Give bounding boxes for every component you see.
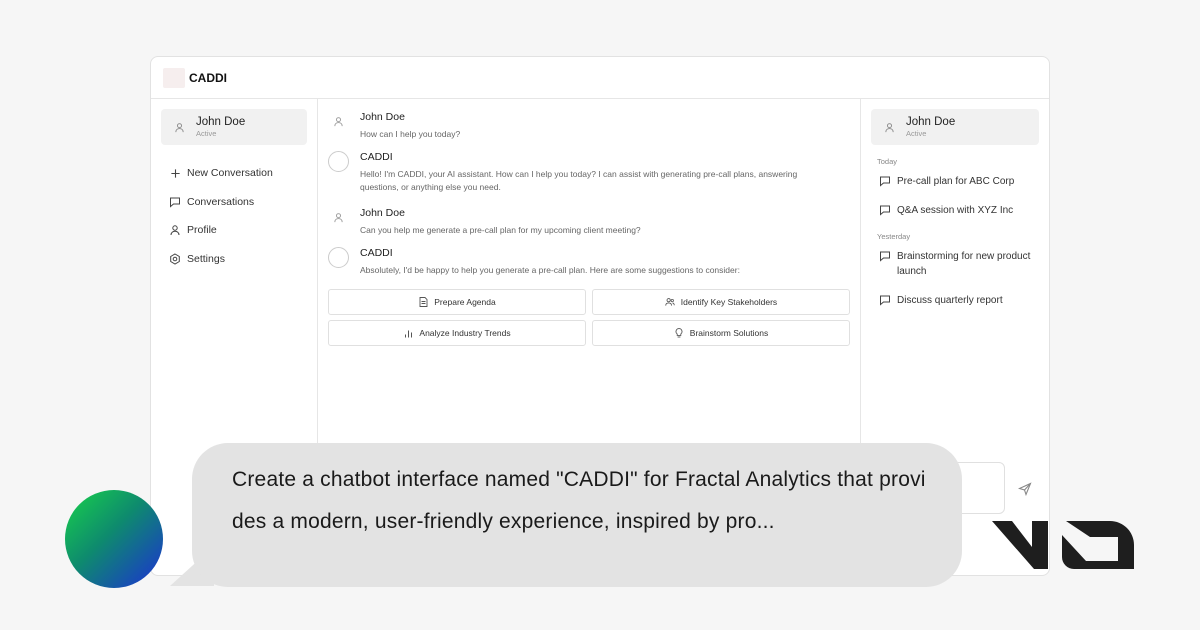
sidebar-item-label: Settings xyxy=(187,252,225,265)
v0-logo-icon xyxy=(992,521,1134,569)
brand-name: CADDI xyxy=(189,70,227,85)
history-item-label: Brainstorming for new product launch xyxy=(897,251,1031,277)
plus-icon xyxy=(169,167,181,179)
history-item-label: Pre-call plan for ABC Corp xyxy=(897,176,1015,187)
prompt-text: Create a chatbot interface named "CADDI"… xyxy=(232,468,926,533)
gradient-avatar xyxy=(65,490,163,588)
sidebar-item-label: Profile xyxy=(187,224,217,237)
user-icon xyxy=(328,111,348,131)
users-icon xyxy=(665,297,675,307)
chat-bubble-icon xyxy=(879,294,891,306)
sidebar-item-new-conversation[interactable]: New Conversation xyxy=(161,159,307,188)
message-author: CADDI xyxy=(360,247,393,259)
chat-bubble-icon xyxy=(879,204,891,216)
history-section-today: Today xyxy=(877,157,898,166)
user-card[interactable]: John Doe Active xyxy=(161,109,307,145)
top-bar: CADDI xyxy=(151,57,1049,99)
prepare-agenda-button[interactable]: Prepare Agenda xyxy=(328,289,586,315)
chat-bubble-icon xyxy=(169,196,181,208)
logo xyxy=(163,67,185,88)
lightbulb-icon xyxy=(674,328,684,338)
prompt-bubble: Create a chatbot interface named "CADDI"… xyxy=(192,443,962,587)
identify-stakeholders-button[interactable]: Identify Key Stakeholders xyxy=(592,289,850,315)
suggestion-label: Prepare Agenda xyxy=(434,297,496,307)
message-text: Hello! I'm CADDI, your AI assistant. How… xyxy=(360,169,798,192)
user-name: John Doe xyxy=(196,115,246,128)
history-item[interactable]: Pre-call plan for ABC Corp xyxy=(871,174,1039,189)
user-icon xyxy=(171,119,187,135)
brainstorm-solutions-button[interactable]: Brainstorm Solutions xyxy=(592,320,850,346)
sidebar-item-conversations[interactable]: Conversations xyxy=(161,188,307,217)
suggestion-label: Analyze Industry Trends xyxy=(419,328,511,338)
chat-bubble-icon xyxy=(879,250,891,262)
message: John Doe How can I help you today? xyxy=(328,111,850,145)
chat-bubble-icon xyxy=(879,175,891,187)
sidebar-item-label: New Conversation xyxy=(187,167,273,180)
suggestion-label: Identify Key Stakeholders xyxy=(680,297,778,307)
history-item[interactable]: Brainstorming for new product launch xyxy=(871,249,1039,279)
user-icon xyxy=(328,207,348,227)
history-item-label: Discuss quarterly report xyxy=(897,295,1003,306)
history-item[interactable]: Q&A session with XYZ Inc xyxy=(871,203,1039,218)
user-card[interactable]: John Doe Active xyxy=(871,109,1039,145)
user-icon xyxy=(881,119,897,135)
message-text: How can I help you today? xyxy=(360,129,461,139)
sidebar-item-label: Conversations xyxy=(187,195,255,208)
user-icon xyxy=(169,224,181,236)
user-status: Active xyxy=(196,128,217,138)
suggestion-label: Brainstorm Solutions xyxy=(689,328,769,338)
bar-chart-icon xyxy=(403,328,413,338)
user-name: John Doe xyxy=(906,115,956,128)
gear-icon xyxy=(169,253,181,265)
message-text: Absolutely, I'd be happy to help you gen… xyxy=(360,265,740,275)
analyze-trends-button[interactable]: Analyze Industry Trends xyxy=(328,320,586,346)
document-icon xyxy=(418,297,428,307)
message: CADDI Hello! I'm CADDI, your AI assistan… xyxy=(328,151,850,199)
bot-avatar-icon xyxy=(328,151,349,172)
history-item-label: Q&A session with XYZ Inc xyxy=(897,205,1014,216)
message-text: Can you help me generate a pre-call plan… xyxy=(360,225,641,235)
sidebar-nav: New Conversation Conversations Profile S… xyxy=(161,159,307,273)
user-status: Active xyxy=(906,128,927,138)
bot-avatar-icon xyxy=(328,247,349,268)
history-item[interactable]: Discuss quarterly report xyxy=(871,293,1039,308)
send-icon[interactable] xyxy=(1017,482,1032,497)
history-section-yesterday: Yesterday xyxy=(877,232,911,241)
suggestion-grid: Prepare Agenda Identify Key Stakeholders… xyxy=(328,289,851,346)
message-author: CADDI xyxy=(360,151,393,163)
sidebar-item-settings[interactable]: Settings xyxy=(161,245,307,274)
message: John Doe Can you help me generate a pre-… xyxy=(328,207,850,241)
message-author: John Doe xyxy=(360,111,405,123)
message: CADDI Absolutely, I'd be happy to help y… xyxy=(328,247,850,281)
message-author: John Doe xyxy=(360,207,405,219)
sidebar-item-profile[interactable]: Profile xyxy=(161,216,307,245)
